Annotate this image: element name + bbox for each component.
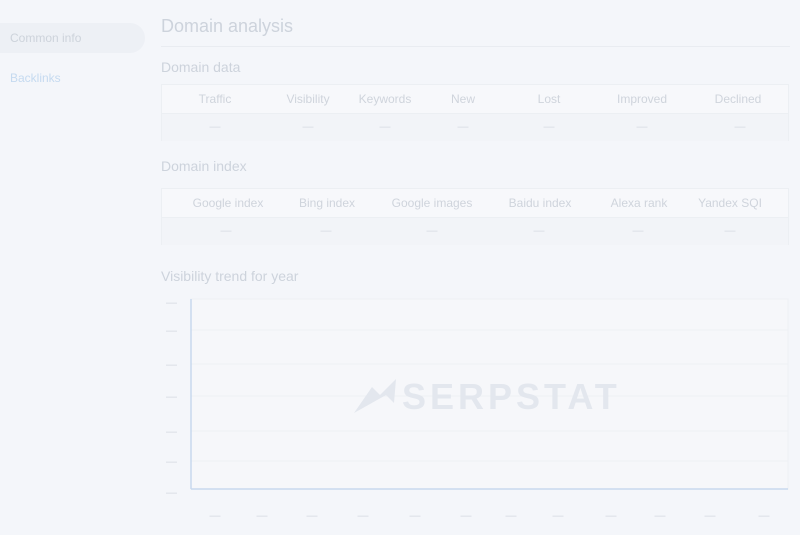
domain-index-title: Domain index <box>161 158 247 174</box>
value-new: — <box>457 121 469 133</box>
value-google-index: — <box>220 225 232 237</box>
column-header-alexa-rank[interactable]: Alexa rank <box>611 189 668 217</box>
column-header-visibility[interactable]: Visibility <box>286 85 329 113</box>
domain-data-value-row: — — — — — — — <box>162 114 788 141</box>
value-alexa-rank: — <box>632 225 644 237</box>
value-improved: — <box>636 121 648 133</box>
sidebar-item-common-info[interactable]: Common info <box>0 23 145 53</box>
y-tick-label: — <box>166 297 177 309</box>
column-header-yandex-sqi[interactable]: Yandex SQI <box>698 189 762 217</box>
title-divider <box>161 46 790 47</box>
domain-data-table: Traffic Visibility Keywords New Lost Imp… <box>161 84 789 141</box>
serpstat-watermark: SERPSTAT <box>350 373 640 417</box>
column-header-traffic[interactable]: Traffic <box>199 85 232 113</box>
x-tick-label: — <box>210 510 221 522</box>
domain-data-header-row: Traffic Visibility Keywords New Lost Imp… <box>162 85 788 114</box>
domain-index-value-row: — — — — — — <box>162 218 788 245</box>
value-traffic: — <box>209 121 221 133</box>
column-header-google-index[interactable]: Google index <box>193 189 264 217</box>
sidebar: Common info Backlinks <box>0 0 150 535</box>
value-yandex-sqi: — <box>724 225 736 237</box>
column-header-new[interactable]: New <box>451 85 475 113</box>
x-tick-label: — <box>506 510 517 522</box>
x-tick-label: — <box>553 510 564 522</box>
column-header-improved[interactable]: Improved <box>617 85 667 113</box>
serpstat-logo-icon <box>354 379 396 413</box>
x-tick-label: — <box>410 510 421 522</box>
x-tick-label: — <box>655 510 666 522</box>
value-declined: — <box>734 121 746 133</box>
page-title: Domain analysis <box>161 16 294 36</box>
column-header-bing-index[interactable]: Bing index <box>299 189 355 217</box>
domain-index-header-row: Google index Bing index Google images Ba… <box>162 189 788 218</box>
y-tick-label: — <box>166 325 177 337</box>
y-tick-label: — <box>166 359 177 371</box>
value-lost: — <box>543 121 555 133</box>
x-tick-label: — <box>358 510 369 522</box>
x-tick-label: — <box>461 510 472 522</box>
sidebar-item-backlinks[interactable]: Backlinks <box>0 63 145 93</box>
column-header-google-images[interactable]: Google images <box>392 189 473 217</box>
visibility-trend-title: Visibility trend for year <box>161 268 299 284</box>
watermark-text: SERPSTAT <box>402 376 621 417</box>
column-header-lost[interactable]: Lost <box>538 85 561 113</box>
domain-data-title: Domain data <box>161 59 241 75</box>
x-tick-label: — <box>307 510 318 522</box>
y-tick-label: — <box>166 456 177 468</box>
domain-index-table: Google index Bing index Google images Ba… <box>161 188 789 245</box>
value-keywords: — <box>379 121 391 133</box>
x-tick-label: — <box>759 510 770 522</box>
y-tick-label: — <box>166 391 177 403</box>
x-tick-label: — <box>257 510 268 522</box>
y-tick-label: — <box>166 487 177 499</box>
column-header-keywords[interactable]: Keywords <box>359 85 412 113</box>
column-header-declined[interactable]: Declined <box>715 85 762 113</box>
value-baidu-index: — <box>533 225 545 237</box>
y-tick-label: — <box>166 426 177 438</box>
value-bing-index: — <box>320 225 332 237</box>
value-visibility: — <box>302 121 314 133</box>
value-google-images: — <box>426 225 438 237</box>
x-tick-label: — <box>606 510 617 522</box>
column-header-baidu-index[interactable]: Baidu index <box>509 189 572 217</box>
x-tick-label: — <box>705 510 716 522</box>
